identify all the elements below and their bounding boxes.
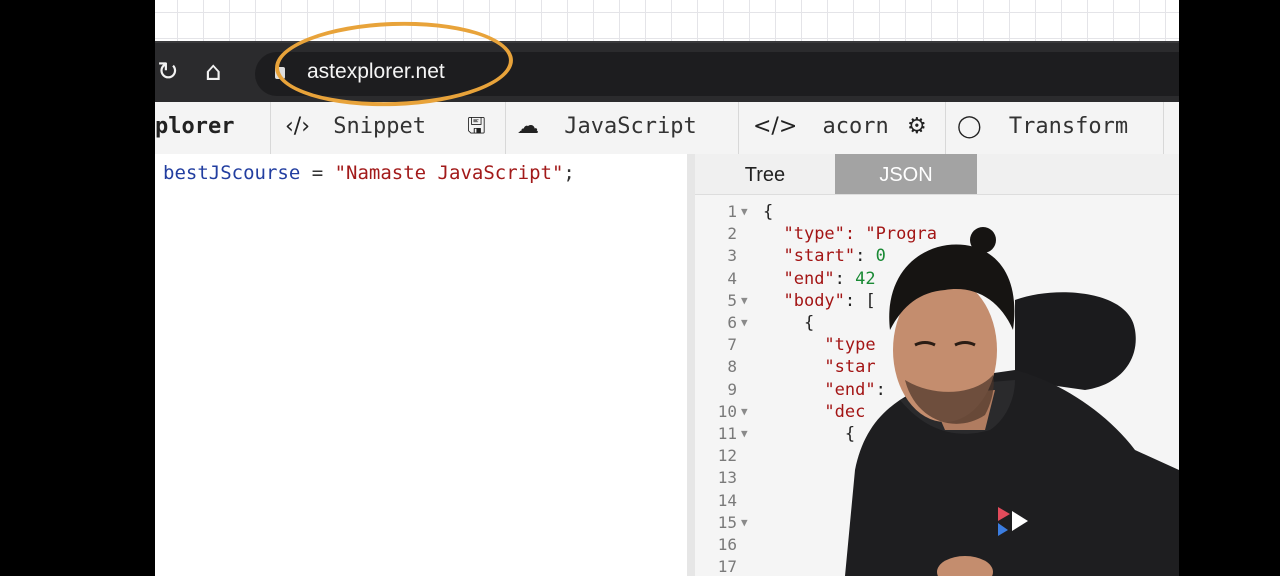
video-frame: ↻ ⌂ astexplorer.net plorer ‹/› Snippet 🖫… — [155, 0, 1179, 576]
